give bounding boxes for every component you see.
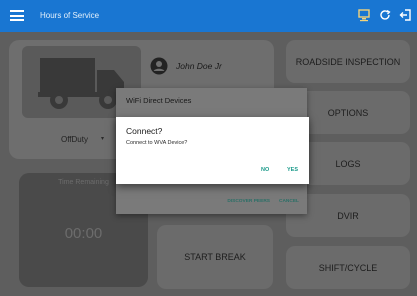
app-title: Hours of Service xyxy=(40,11,100,20)
device-icon[interactable] xyxy=(357,8,371,22)
duty-status-select[interactable]: OffDuty xyxy=(61,135,88,144)
wifi-cancel-button[interactable]: CANCEL xyxy=(279,199,299,204)
no-button[interactable]: NO xyxy=(261,167,269,173)
yes-button[interactable]: YES xyxy=(287,167,298,173)
chevron-down-icon[interactable]: ▾ xyxy=(101,135,104,142)
logout-icon[interactable] xyxy=(399,8,413,22)
discover-peers-button[interactable]: DISCOVER PEERS xyxy=(227,199,270,204)
shift-cycle-button[interactable]: SHIFT/CYCLE xyxy=(286,246,410,289)
wifi-panel-actions: DISCOVER PEERS CANCEL xyxy=(218,199,299,204)
refresh-icon[interactable] xyxy=(378,8,392,22)
dialog-message: Connect to WVA Device? xyxy=(126,140,188,146)
driver-name: John Doe Jr xyxy=(176,61,222,71)
dialog-title: Connect? xyxy=(126,126,163,136)
time-remaining-value: 00:00 xyxy=(64,225,103,242)
app-bar: Hours of Service xyxy=(0,0,417,32)
menu-icon[interactable] xyxy=(10,10,24,21)
start-break-button[interactable]: START BREAK xyxy=(157,225,273,289)
account-circle-icon xyxy=(150,57,168,75)
roadside-inspection-button[interactable]: ROADSIDE INSPECTION xyxy=(286,40,410,83)
connect-dialog: Connect? Connect to WVA Device? NO YES xyxy=(116,117,309,184)
wifi-panel-title: WiFi Direct Devices xyxy=(126,96,192,105)
